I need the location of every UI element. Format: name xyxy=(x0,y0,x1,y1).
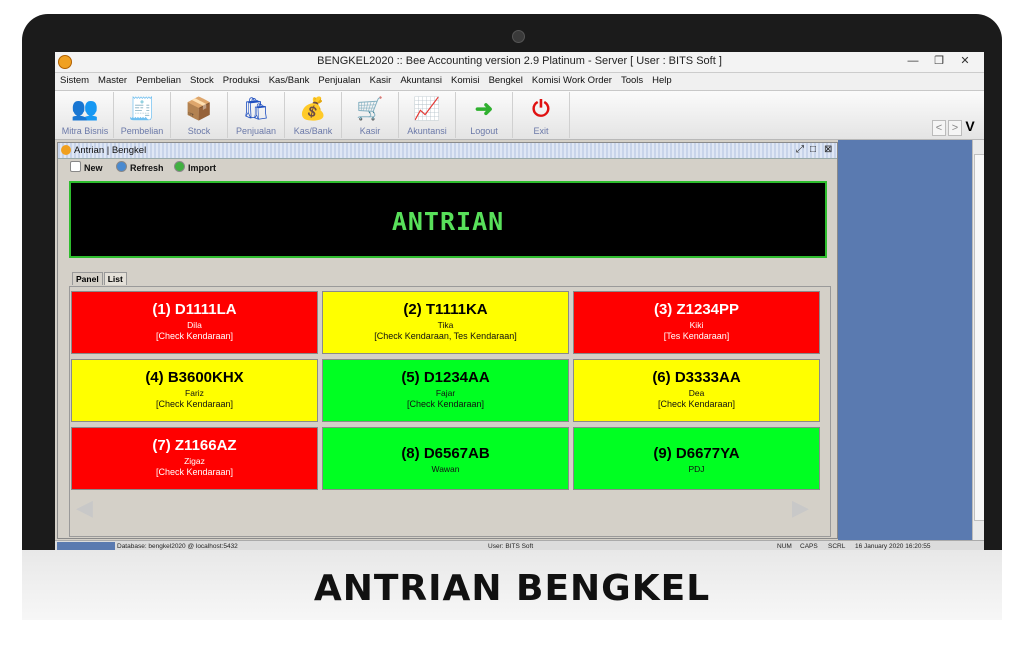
menu-komisi-work-order[interactable]: Komisi Work Order xyxy=(527,73,616,86)
toolbar-mitra-bisnis-button[interactable]: 👥 Mitra Bisnis xyxy=(57,92,114,138)
scrollbar-thumb[interactable] xyxy=(974,154,984,521)
nav-arrows: < > V xyxy=(930,119,976,136)
menu-kas-bank[interactable]: Kas/Bank xyxy=(264,73,314,86)
app-screen: BENGKEL2020 :: Bee Accounting version 2.… xyxy=(55,52,984,552)
next-page-arrow-icon[interactable]: ▶ xyxy=(792,495,809,521)
menu-sistem[interactable]: Sistem xyxy=(55,73,93,86)
menu-bengkel[interactable]: Bengkel xyxy=(484,73,527,86)
queue-card[interactable]: (5) D1234AA Fajar [Check Kendaraan] xyxy=(322,359,569,422)
toolbar-akuntansi-button[interactable]: 📈 Akuntansi xyxy=(399,92,456,138)
maximize-window-icon[interactable]: □ xyxy=(810,144,816,155)
toolbar-logout-button[interactable]: ➜ Logout xyxy=(456,92,513,138)
refresh-icon xyxy=(116,161,127,172)
nav-next-button[interactable]: > xyxy=(948,120,962,136)
vertical-scrollbar[interactable] xyxy=(972,140,984,540)
menu-produksi[interactable]: Produksi xyxy=(218,73,264,86)
view-tabs: Panel List xyxy=(72,272,128,286)
minimize-button[interactable]: — xyxy=(901,53,925,70)
tab-panel[interactable]: Panel xyxy=(72,272,103,285)
menu-akuntansi[interactable]: Akuntansi xyxy=(395,73,446,86)
toolbar-kasir-button[interactable]: 🛒 Kasir xyxy=(342,92,399,138)
new-icon xyxy=(70,161,81,172)
boxes-icon: 📦 xyxy=(185,96,213,121)
webcam xyxy=(512,30,525,43)
toolbar-kas-bank-button[interactable]: 💰 Kas/Bank xyxy=(285,92,342,138)
menu-pembelian[interactable]: Pembelian xyxy=(131,73,185,86)
float-window-icon[interactable]: ⤢ xyxy=(796,144,804,155)
toolbar-stock-button[interactable]: 📦 Stock xyxy=(171,92,228,138)
v-button[interactable]: V xyxy=(964,119,976,133)
antrian-window: Antrian | Bengkel ⤢ □ ⊠ New Refresh Impo… xyxy=(57,142,838,539)
import-icon xyxy=(174,161,185,172)
refresh-button[interactable]: Refresh xyxy=(116,161,164,173)
queue-card[interactable]: (8) D6567AB Wawan xyxy=(322,427,569,490)
toolbar-exit-button[interactable]: ⏻ Exit xyxy=(513,92,570,138)
antrian-window-titlebar: Antrian | Bengkel ⤢ □ ⊠ xyxy=(58,143,837,159)
toolbar-pembelian-button[interactable]: 🧾 Pembelian xyxy=(114,92,171,138)
receipt-icon: 🧾 xyxy=(128,96,156,121)
menu-bar: Sistem Master Pembelian Stock Produksi Kas/Ba… xyxy=(55,73,984,91)
menu-help[interactable]: Help xyxy=(647,73,676,86)
nav-prev-button[interactable]: < xyxy=(932,120,946,136)
queue-card[interactable]: (3) Z1234PP Kiki [Tes Kendaraan] xyxy=(573,291,820,354)
window-toolbar: New Refresh Import xyxy=(58,159,837,175)
shopping-bag-icon: 🛍 xyxy=(242,96,270,121)
queue-panel: (1) D1111LA Dila [Check Kendaraan] (2) T11… xyxy=(69,286,831,537)
window-title: BENGKEL2020 :: Bee Accounting version 2.… xyxy=(317,55,722,67)
cart-icon: 🛒 xyxy=(356,96,384,121)
menu-stock[interactable]: Stock xyxy=(185,73,218,86)
menu-kasir[interactable]: Kasir xyxy=(365,73,396,86)
close-window-icon[interactable]: ⊠ xyxy=(824,144,832,155)
money-bag-icon: 💰 xyxy=(299,96,327,121)
queue-card[interactable]: (7) Z1166AZ Zigaz [Check Kendaraan] xyxy=(71,427,318,490)
caption-title: ANTRIAN BENGKEL xyxy=(313,568,711,609)
window-icon xyxy=(61,145,71,155)
mdi-background xyxy=(838,140,972,540)
import-button[interactable]: Import xyxy=(174,161,216,173)
antrian-banner: ANTRIAN xyxy=(69,181,827,258)
toolbar-penjualan-button[interactable]: 🛍 Penjualan xyxy=(228,92,285,138)
queue-card[interactable]: (9) D6677YA PDJ xyxy=(573,427,820,490)
queue-card[interactable]: (4) B3600KHX Fariz [Check Kendaraan] xyxy=(71,359,318,422)
people-icon: 👥 xyxy=(71,96,99,121)
new-button[interactable]: New xyxy=(70,161,103,173)
menu-komisi[interactable]: Komisi xyxy=(446,73,484,86)
restore-button[interactable]: ❐ xyxy=(927,53,951,70)
queue-card[interactable]: (1) D1111LA Dila [Check Kendaraan] xyxy=(71,291,318,354)
tab-list[interactable]: List xyxy=(103,272,127,285)
queue-card[interactable]: (6) D3333AA Dea [Check Kendaraan] xyxy=(573,359,820,422)
main-toolbar: 👥 Mitra Bisnis 🧾 Pembelian 📦 Stock 🛍 Pen… xyxy=(55,91,984,140)
menu-master[interactable]: Master xyxy=(93,73,131,86)
logout-arrow-icon: ➜ xyxy=(474,96,494,121)
menu-penjualan[interactable]: Penjualan xyxy=(313,73,364,86)
power-icon: ⏻ xyxy=(532,96,550,121)
queue-card[interactable]: (2) T1111KA Tika [Check Kendaraan, Tes Ken… xyxy=(322,291,569,354)
prev-page-arrow-icon[interactable]: ◀ xyxy=(76,495,93,521)
chart-up-icon: 📈 xyxy=(413,96,441,121)
antrian-window-title: Antrian | Bengkel xyxy=(74,145,147,156)
menu-tools[interactable]: Tools xyxy=(616,73,647,86)
close-button[interactable]: ✕ xyxy=(953,53,977,70)
title-bar: BENGKEL2020 :: Bee Accounting version 2.… xyxy=(55,52,984,73)
banner-text: ANTRIAN xyxy=(391,207,505,236)
